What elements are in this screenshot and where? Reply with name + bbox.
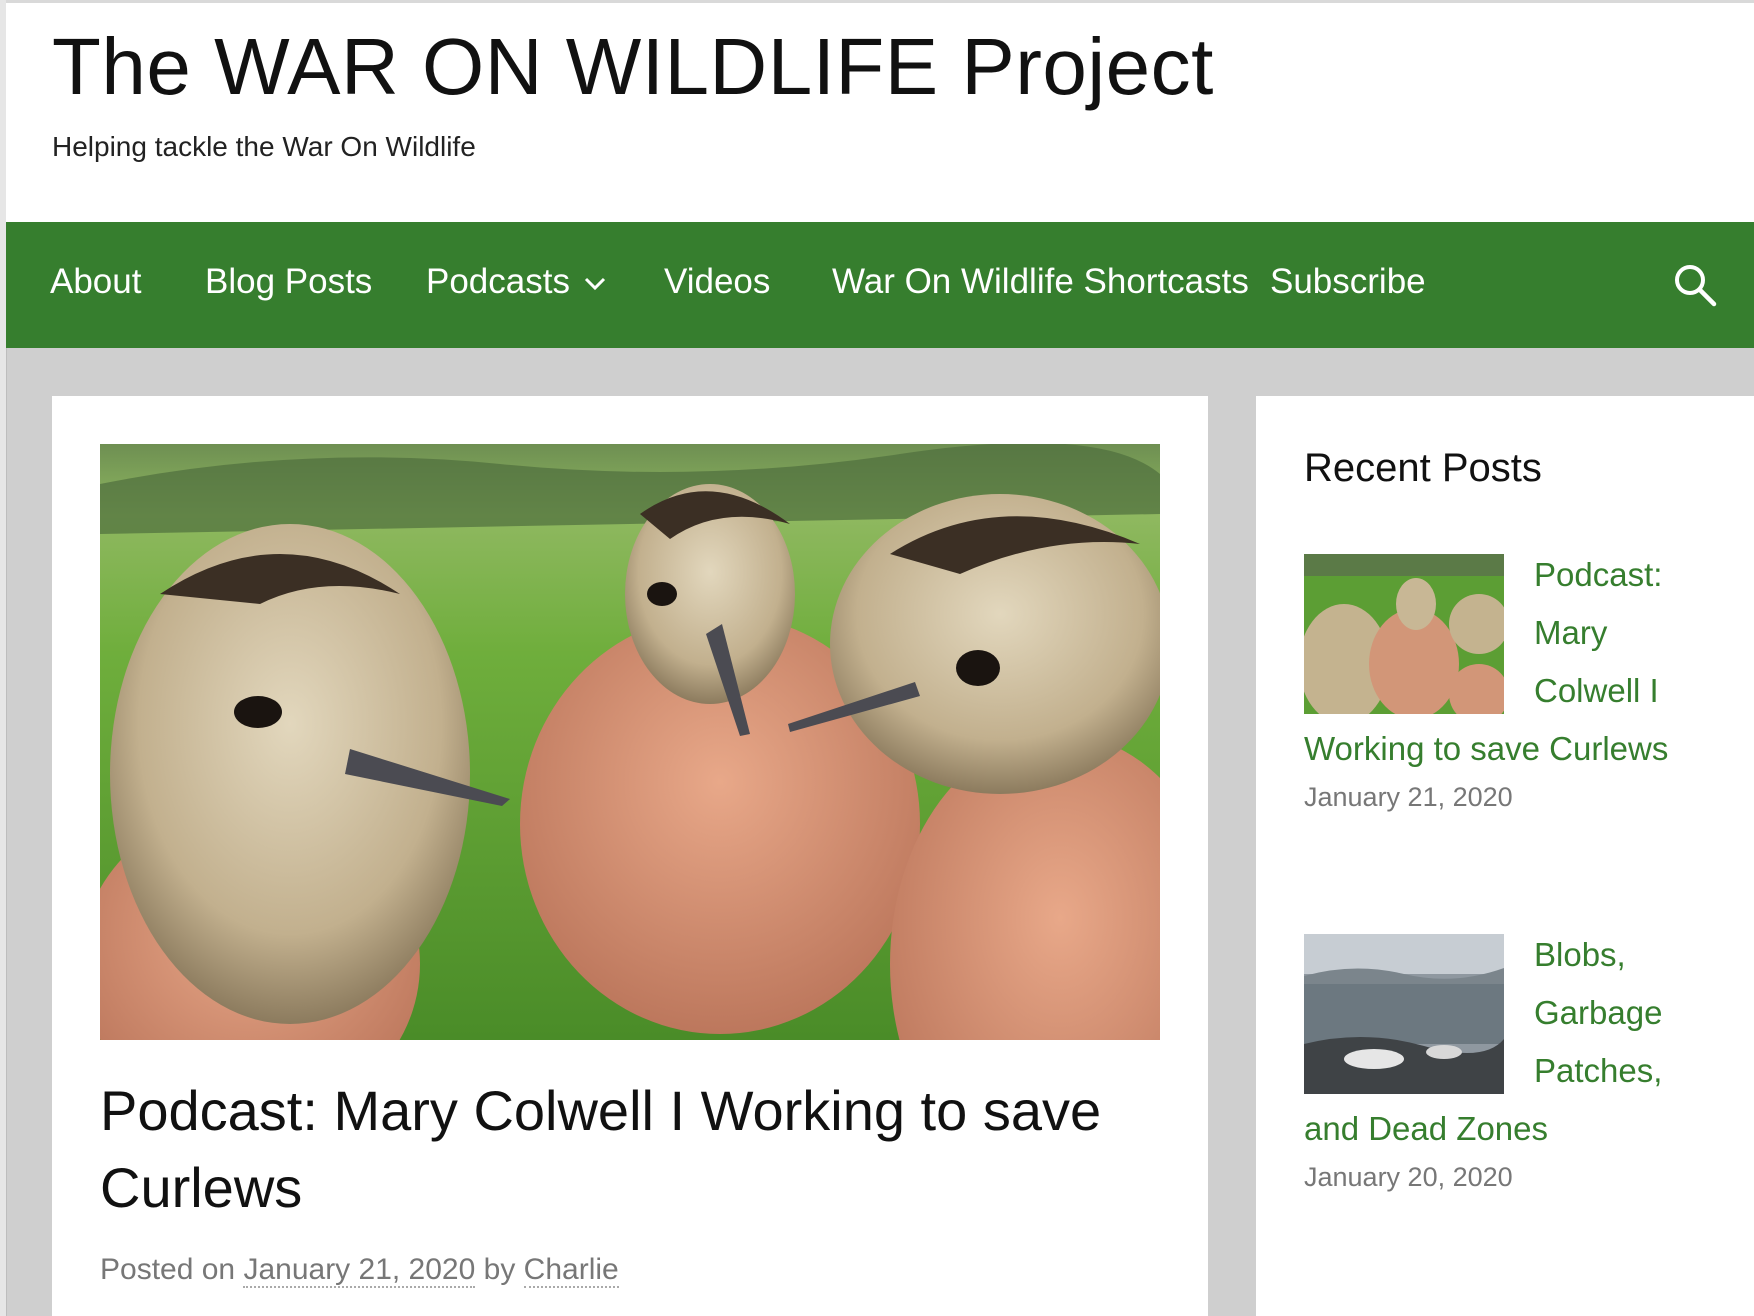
recent-post-item: Blobs, Garbage Patches, and Dead Zones J…: [1304, 926, 1714, 1193]
nav-item-videos[interactable]: Videos: [664, 262, 770, 302]
nav-item-about[interactable]: About: [50, 262, 141, 302]
site-tagline: Helping tackle the War On Wildlife: [52, 131, 476, 162]
site-header: The WAR ON WILDLIFE Project Helping tack…: [6, 0, 1754, 222]
sidebar: Recent Posts Podcast: Mary Colwell I Wor…: [1256, 396, 1754, 1316]
recent-post-date: January 20, 2020: [1304, 1162, 1513, 1192]
site-title[interactable]: The WAR ON WILDLIFE Project: [52, 21, 1214, 113]
post-author-link[interactable]: Charlie: [523, 1253, 619, 1288]
recent-post-thumbnail[interactable]: [1304, 934, 1504, 1094]
nav-item-podcasts[interactable]: Podcasts: [426, 262, 606, 302]
nav-item-shortcasts[interactable]: War On Wildlife Shortcasts: [832, 262, 1249, 302]
post-date-link[interactable]: January 21, 2020: [243, 1253, 476, 1288]
main-content: Podcast: Mary Colwell I Working to save …: [52, 396, 1208, 1316]
curlew-chicks-photo: [100, 444, 1160, 1040]
beach-thumbnail-image: [1304, 934, 1504, 1094]
post-title[interactable]: Podcast: Mary Colwell I Working to save …: [100, 1072, 1160, 1226]
posted-on-label: Posted on: [100, 1253, 236, 1286]
search-icon[interactable]: [1672, 262, 1718, 308]
nav-item-blog-posts[interactable]: Blog Posts: [205, 262, 372, 302]
post-meta: Posted on January 21, 2020 by Charlie: [100, 1253, 619, 1288]
recent-posts-title: Recent Posts: [1304, 446, 1542, 490]
nav-item-subscribe[interactable]: Subscribe: [1270, 262, 1426, 302]
post-featured-image[interactable]: [100, 444, 1160, 1040]
nav-item-podcasts-label: Podcasts: [426, 262, 570, 301]
recent-post-thumbnail[interactable]: [1304, 554, 1504, 714]
recent-post-item: Podcast: Mary Colwell I Working to save …: [1304, 546, 1714, 813]
chevron-down-icon: [584, 277, 606, 290]
curlew-thumbnail-image: [1304, 554, 1504, 714]
main-navigation: About Blog Posts Podcasts Videos War On …: [6, 222, 1754, 348]
by-label: by: [483, 1253, 516, 1286]
recent-post-date: January 21, 2020: [1304, 782, 1513, 812]
